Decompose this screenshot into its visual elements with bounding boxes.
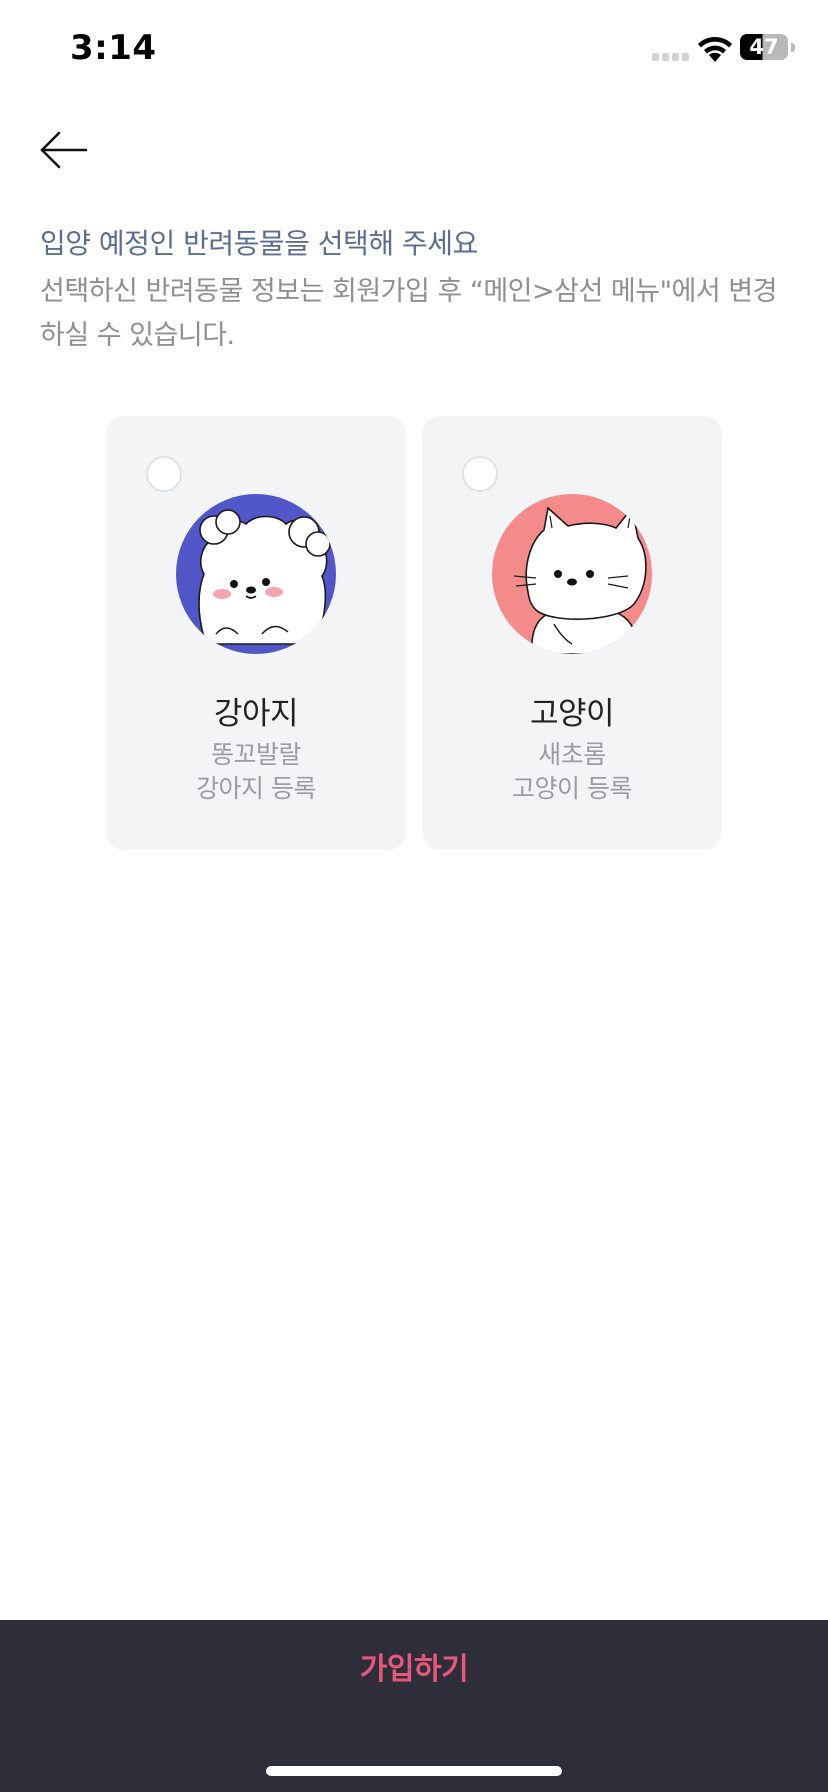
cat-card-subtitle: 새초롬 고양이 등록 — [422, 738, 722, 806]
cat-radio-button[interactable] — [462, 456, 498, 492]
page-title: 입양 예정인 반려동물을 선택해 주세요 — [40, 227, 478, 260]
home-indicator — [266, 1766, 562, 1776]
dog-card-subtitle-line1: 똥꼬발랄 — [210, 740, 302, 769]
dog-card-title: 강아지 — [213, 696, 299, 732]
dog-card-subtitle-line2: 강아지 등록 — [196, 774, 316, 803]
arrow-left-icon — [40, 131, 88, 169]
cat-avatar — [492, 494, 652, 654]
pet-card-dog[interactable]: 강아지 똥꼬발랄 강아지 등록 — [106, 416, 406, 850]
cat-card-title: 고양이 — [529, 696, 615, 732]
dog-card-subtitle: 똥꼬발랄 강아지 등록 — [106, 738, 406, 806]
status-bar: 3:14 47 — [0, 0, 828, 100]
pet-card-cat[interactable]: 고양이 새초롬 고양이 등록 — [422, 416, 722, 850]
bottom-bar: 가입하기 — [0, 1620, 828, 1792]
back-button[interactable] — [34, 120, 94, 180]
battery-icon: 47 — [740, 34, 796, 62]
status-time: 3:14 — [70, 28, 157, 68]
page-description: 선택하신 반려동물 정보는 회원가입 후 “메인>삼선 메뉴"에서 변경하실 수… — [40, 276, 777, 351]
wifi-icon — [698, 36, 732, 62]
dog-icon — [176, 494, 336, 654]
cat-card-subtitle-line1: 새초롬 — [538, 740, 606, 769]
cat-card-subtitle-line2: 고양이 등록 — [512, 774, 632, 803]
battery-percent: 47 — [749, 35, 779, 59]
join-button[interactable]: 가입하기 — [0, 1620, 828, 1720]
dog-radio-button[interactable] — [146, 456, 182, 492]
cat-icon — [492, 494, 652, 654]
dog-avatar — [176, 494, 336, 654]
cellular-signal-icon — [652, 53, 689, 61]
